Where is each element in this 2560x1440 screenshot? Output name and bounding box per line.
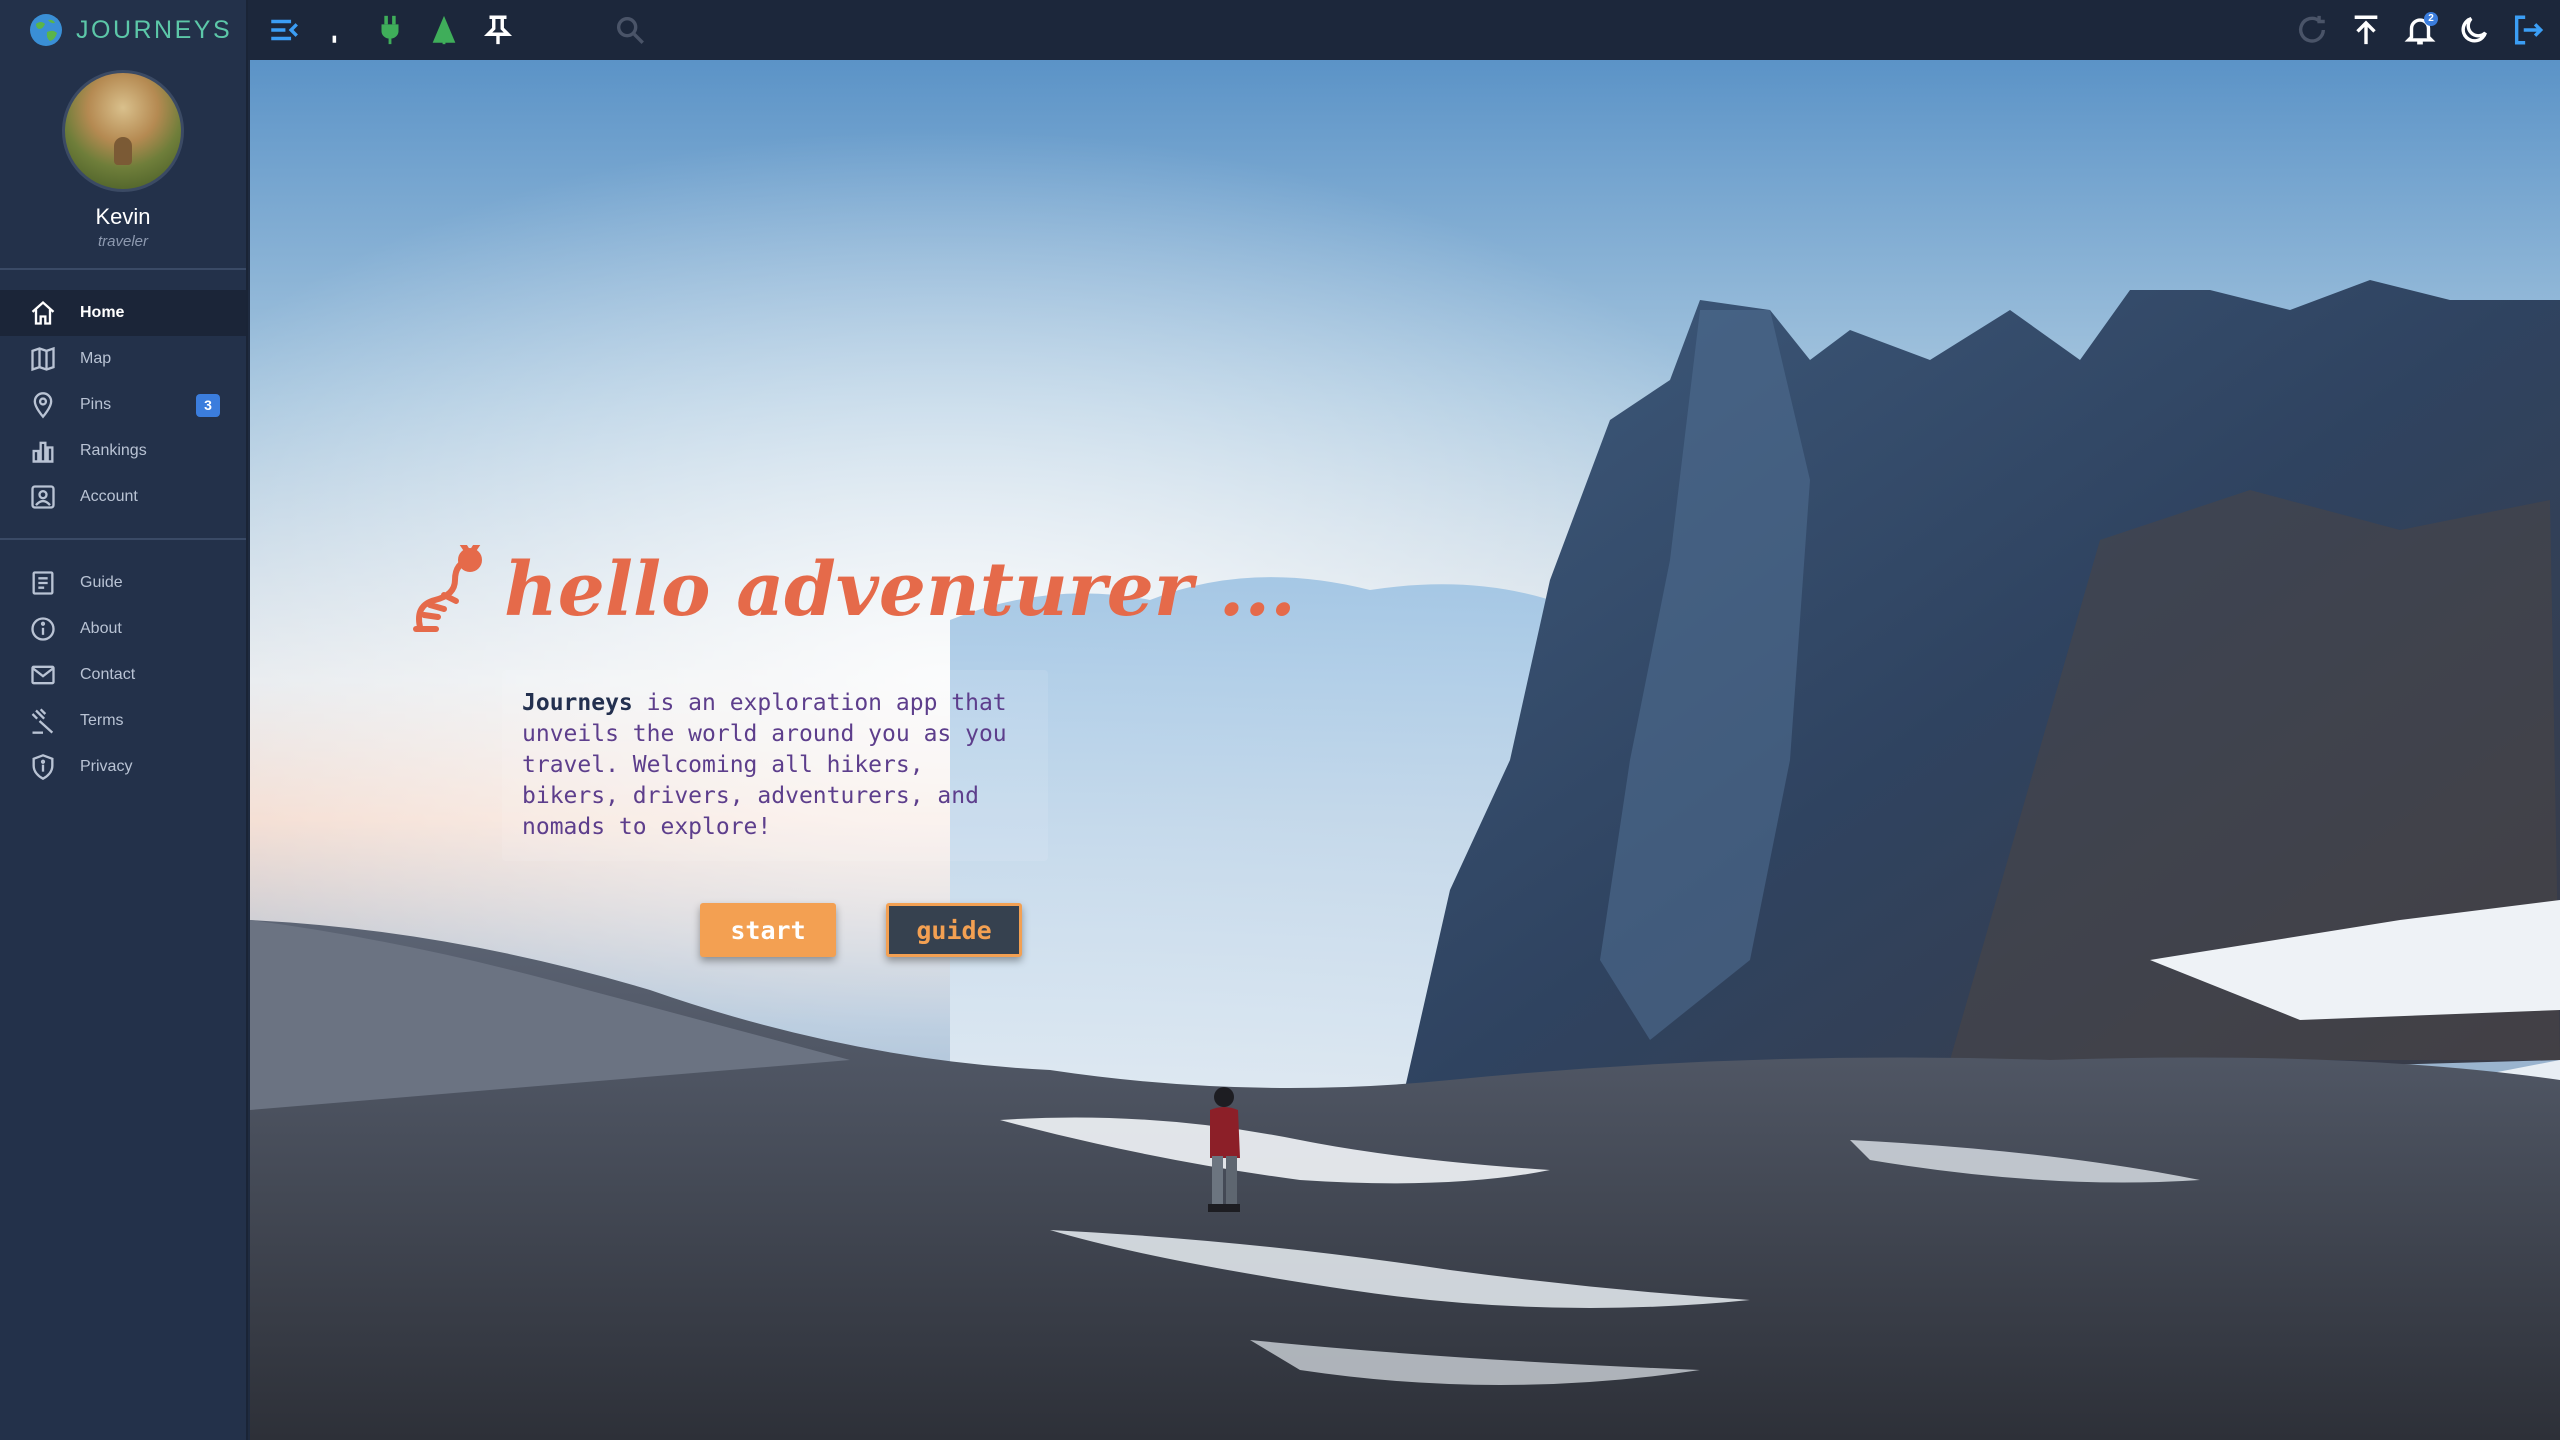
greeting-text: hello adventurer ... bbox=[504, 547, 1296, 633]
sidebar-item-label: Map bbox=[80, 350, 112, 367]
globe-logo-icon bbox=[30, 14, 62, 46]
brand[interactable]: JOURNEYS bbox=[0, 0, 246, 60]
profile-name: Kevin bbox=[95, 204, 151, 229]
app-name: JOURNEYS bbox=[76, 15, 233, 44]
upload-icon[interactable] bbox=[2344, 8, 2388, 52]
shield-icon bbox=[28, 752, 58, 782]
sidebar-item-label: Contact bbox=[80, 666, 136, 683]
logout-icon[interactable] bbox=[2506, 8, 2550, 52]
intro-card: Journeys is an exploration app that unve… bbox=[502, 670, 1048, 861]
hero-content: hello adventurer ... Journeys is an expl… bbox=[250, 60, 2560, 1440]
greeting: hello adventurer ... bbox=[410, 545, 1296, 635]
sidebar-item-label: Terms bbox=[80, 712, 124, 729]
caterpillar-icon bbox=[413, 545, 482, 632]
refresh-icon[interactable] bbox=[2290, 8, 2334, 52]
gavel-icon bbox=[28, 706, 58, 736]
top-toolbar: 2 bbox=[248, 0, 2560, 60]
sidebar-item-label: Rankings bbox=[80, 442, 147, 459]
moon-icon[interactable] bbox=[2452, 8, 2496, 52]
sidebar-item-label: About bbox=[80, 620, 122, 637]
hero-section: hello adventurer ... Journeys is an expl… bbox=[250, 60, 2560, 1440]
sidebar-item-about[interactable]: About bbox=[0, 606, 246, 652]
pins-count-badge: 3 bbox=[196, 394, 220, 417]
sidebar-item-label: Pins bbox=[80, 396, 112, 413]
separator-mark-icon bbox=[312, 8, 356, 52]
sidebar-item-terms[interactable]: Terms bbox=[0, 698, 246, 744]
sidebar-item-account[interactable]: Account bbox=[0, 474, 246, 520]
profile-card: Kevin traveler bbox=[0, 60, 246, 268]
sidebar-item-pins[interactable]: Pins 3 bbox=[0, 382, 246, 428]
rankings-icon bbox=[28, 436, 58, 466]
guide-icon bbox=[28, 568, 58, 598]
menu-collapse-icon[interactable] bbox=[262, 8, 306, 52]
sidebar-item-label: Privacy bbox=[80, 758, 133, 775]
home-icon bbox=[28, 298, 58, 328]
plug-icon[interactable] bbox=[368, 8, 412, 52]
bell-icon[interactable]: 2 bbox=[2398, 8, 2442, 52]
tree-icon[interactable] bbox=[422, 8, 466, 52]
sidebar-item-home[interactable]: Home bbox=[0, 290, 246, 336]
pin-icon bbox=[28, 390, 58, 420]
sidebar-item-contact[interactable]: Contact bbox=[0, 652, 246, 698]
sidebar-item-guide[interactable]: Guide bbox=[0, 560, 246, 606]
sidebar-item-rankings[interactable]: Rankings bbox=[0, 428, 246, 474]
sidebar-item-map[interactable]: Map bbox=[0, 336, 246, 382]
main-nav: Home Map Pins 3 Rankings Account bbox=[0, 270, 246, 538]
search-icon[interactable] bbox=[608, 8, 652, 52]
avatar[interactable] bbox=[62, 70, 184, 192]
info-nav: Guide About Contact Terms Privacy bbox=[0, 540, 246, 808]
sidebar: JOURNEYS Kevin traveler Home Map Pins 3 bbox=[0, 0, 248, 1440]
sidebar-item-label: Guide bbox=[80, 574, 123, 591]
info-icon bbox=[28, 614, 58, 644]
start-button[interactable]: start bbox=[700, 903, 836, 957]
sidebar-item-privacy[interactable]: Privacy bbox=[0, 744, 246, 790]
profile-role: traveler bbox=[97, 233, 149, 250]
push-pin-icon[interactable] bbox=[476, 8, 520, 52]
sidebar-item-label: Account bbox=[80, 488, 138, 505]
account-icon bbox=[28, 482, 58, 512]
notifications-badge: 2 bbox=[2424, 12, 2438, 26]
mail-icon bbox=[28, 660, 58, 690]
intro-brand: Journeys bbox=[522, 690, 633, 716]
map-icon bbox=[28, 344, 58, 374]
guide-button[interactable]: guide bbox=[886, 903, 1022, 957]
sidebar-item-label: Home bbox=[80, 304, 125, 321]
